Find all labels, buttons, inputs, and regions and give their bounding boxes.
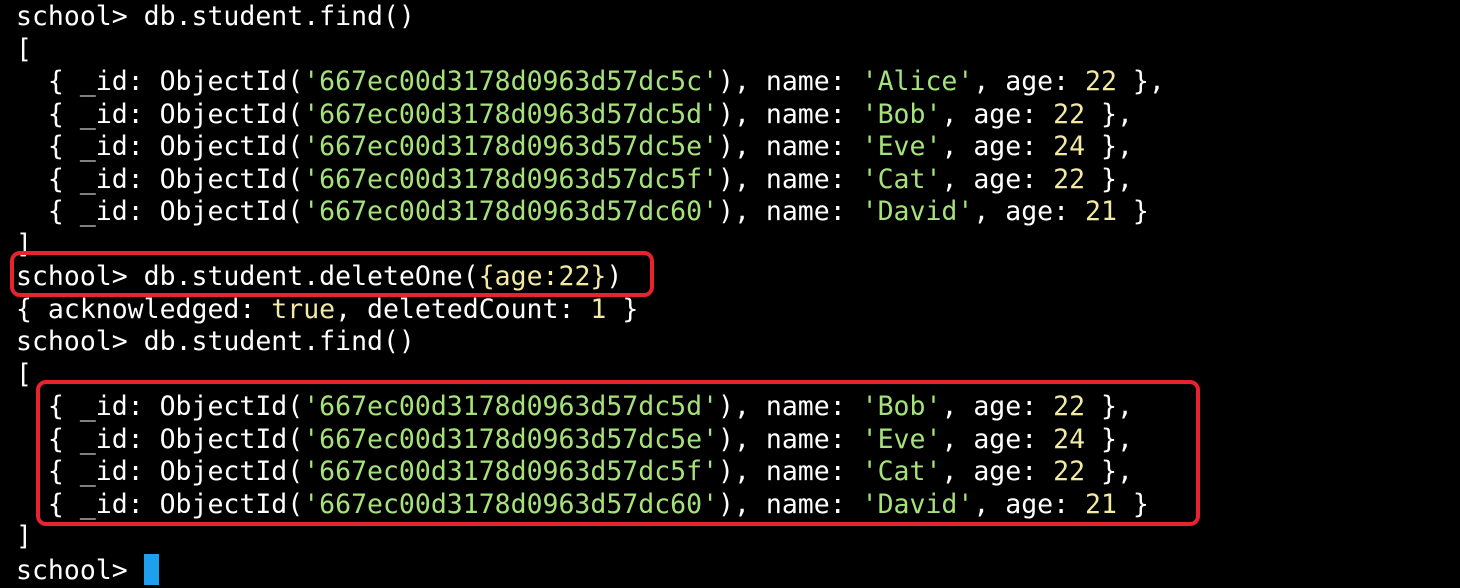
array-close: ] <box>16 228 32 260</box>
prompt-line-delete: school> db.student.deleteOne({age:22}) <box>16 261 1460 294</box>
deleted-count-value: 1 <box>590 293 607 325</box>
prompt: school> <box>16 326 128 357</box>
prompt: school> <box>16 261 128 292</box>
object-id: 667ec00d3178d0963d57dc5f <box>319 456 703 487</box>
array-open: [ <box>16 33 32 65</box>
result-row: { _id: ObjectId('667ec00d3178d0963d57dc5… <box>16 163 1133 195</box>
delete-result: { acknowledged: true, deletedCount: 1 } <box>16 293 639 325</box>
object-id: 667ec00d3178d0963d57dc5e <box>319 131 703 162</box>
age-value: 21 <box>1085 196 1117 227</box>
result-row: { _id: ObjectId('667ec00d3178d0963d57dc5… <box>16 456 1133 487</box>
output-line: [ <box>16 359 1460 392</box>
result-row: { _id: ObjectId('667ec00d3178d0963d57dc5… <box>16 391 1133 422</box>
result-row: { _id: ObjectId('667ec00d3178d0963d57dc5… <box>16 423 1133 455</box>
output-line: ] <box>16 229 1460 262</box>
age-value: 22 <box>1053 456 1086 487</box>
object-id: 667ec00d3178d0963d57dc5d <box>319 391 703 422</box>
age-value: 24 <box>1053 131 1086 162</box>
object-id: 667ec00d3178d0963d57dc5c <box>319 66 703 97</box>
object-id: 667ec00d3178d0963d57dc5e <box>319 423 703 455</box>
age-value: 22 <box>1085 66 1117 97</box>
prompt: school> <box>16 554 128 586</box>
prompt: school> <box>16 1 128 32</box>
output-line: ] <box>16 521 1460 554</box>
object-id: 667ec00d3178d0963d57dc60 <box>319 196 703 227</box>
name-value: David <box>877 488 958 520</box>
name-value: Cat <box>877 163 926 195</box>
acknowledged-value: true <box>271 293 336 325</box>
object-id: 667ec00d3178d0963d57dc60 <box>319 488 703 520</box>
array-close: ] <box>16 521 32 552</box>
age-value: 22 <box>1053 163 1086 195</box>
result-row: { _id: ObjectId('667ec00d3178d0963d57dc6… <box>16 196 1149 227</box>
age-value: 22 <box>1053 98 1086 130</box>
command-text: db.student.find() <box>143 1 415 32</box>
name-value: David <box>877 196 958 227</box>
result-row: { _id: ObjectId('667ec00d3178d0963d57dc5… <box>16 66 1165 97</box>
name-value: Cat <box>877 456 926 487</box>
name-value: Bob <box>877 391 926 422</box>
prompt-line: school> db.student.find() <box>16 1 1460 34</box>
array-open: [ <box>16 358 32 390</box>
command-text: db.student.deleteOne({age:22}) <box>143 261 623 292</box>
name-value: Eve <box>877 131 926 162</box>
command-text: db.student.find() <box>143 326 415 357</box>
text-cursor[interactable] <box>143 553 159 585</box>
terminal-window[interactable]: school> db.student.find() [ { _id: Objec… <box>0 0 1460 588</box>
output-line: [ <box>16 34 1460 67</box>
name-value: Bob <box>877 98 926 130</box>
active-prompt-line[interactable]: school> <box>16 553 1460 587</box>
object-id: 667ec00d3178d0963d57dc5f <box>319 163 703 195</box>
age-value: 24 <box>1053 423 1086 455</box>
name-value: Eve <box>877 423 926 455</box>
result-row: { _id: ObjectId('667ec00d3178d0963d57dc6… <box>16 488 1149 520</box>
age-value: 22 <box>1053 391 1086 422</box>
prompt-line: school> db.student.find() <box>16 326 1460 359</box>
result-row: { _id: ObjectId('667ec00d3178d0963d57dc5… <box>16 131 1133 162</box>
result-row: { _id: ObjectId('667ec00d3178d0963d57dc5… <box>16 98 1133 130</box>
age-value: 21 <box>1085 488 1117 520</box>
name-value: Alice <box>877 66 958 97</box>
object-id: 667ec00d3178d0963d57dc5d <box>319 98 703 130</box>
